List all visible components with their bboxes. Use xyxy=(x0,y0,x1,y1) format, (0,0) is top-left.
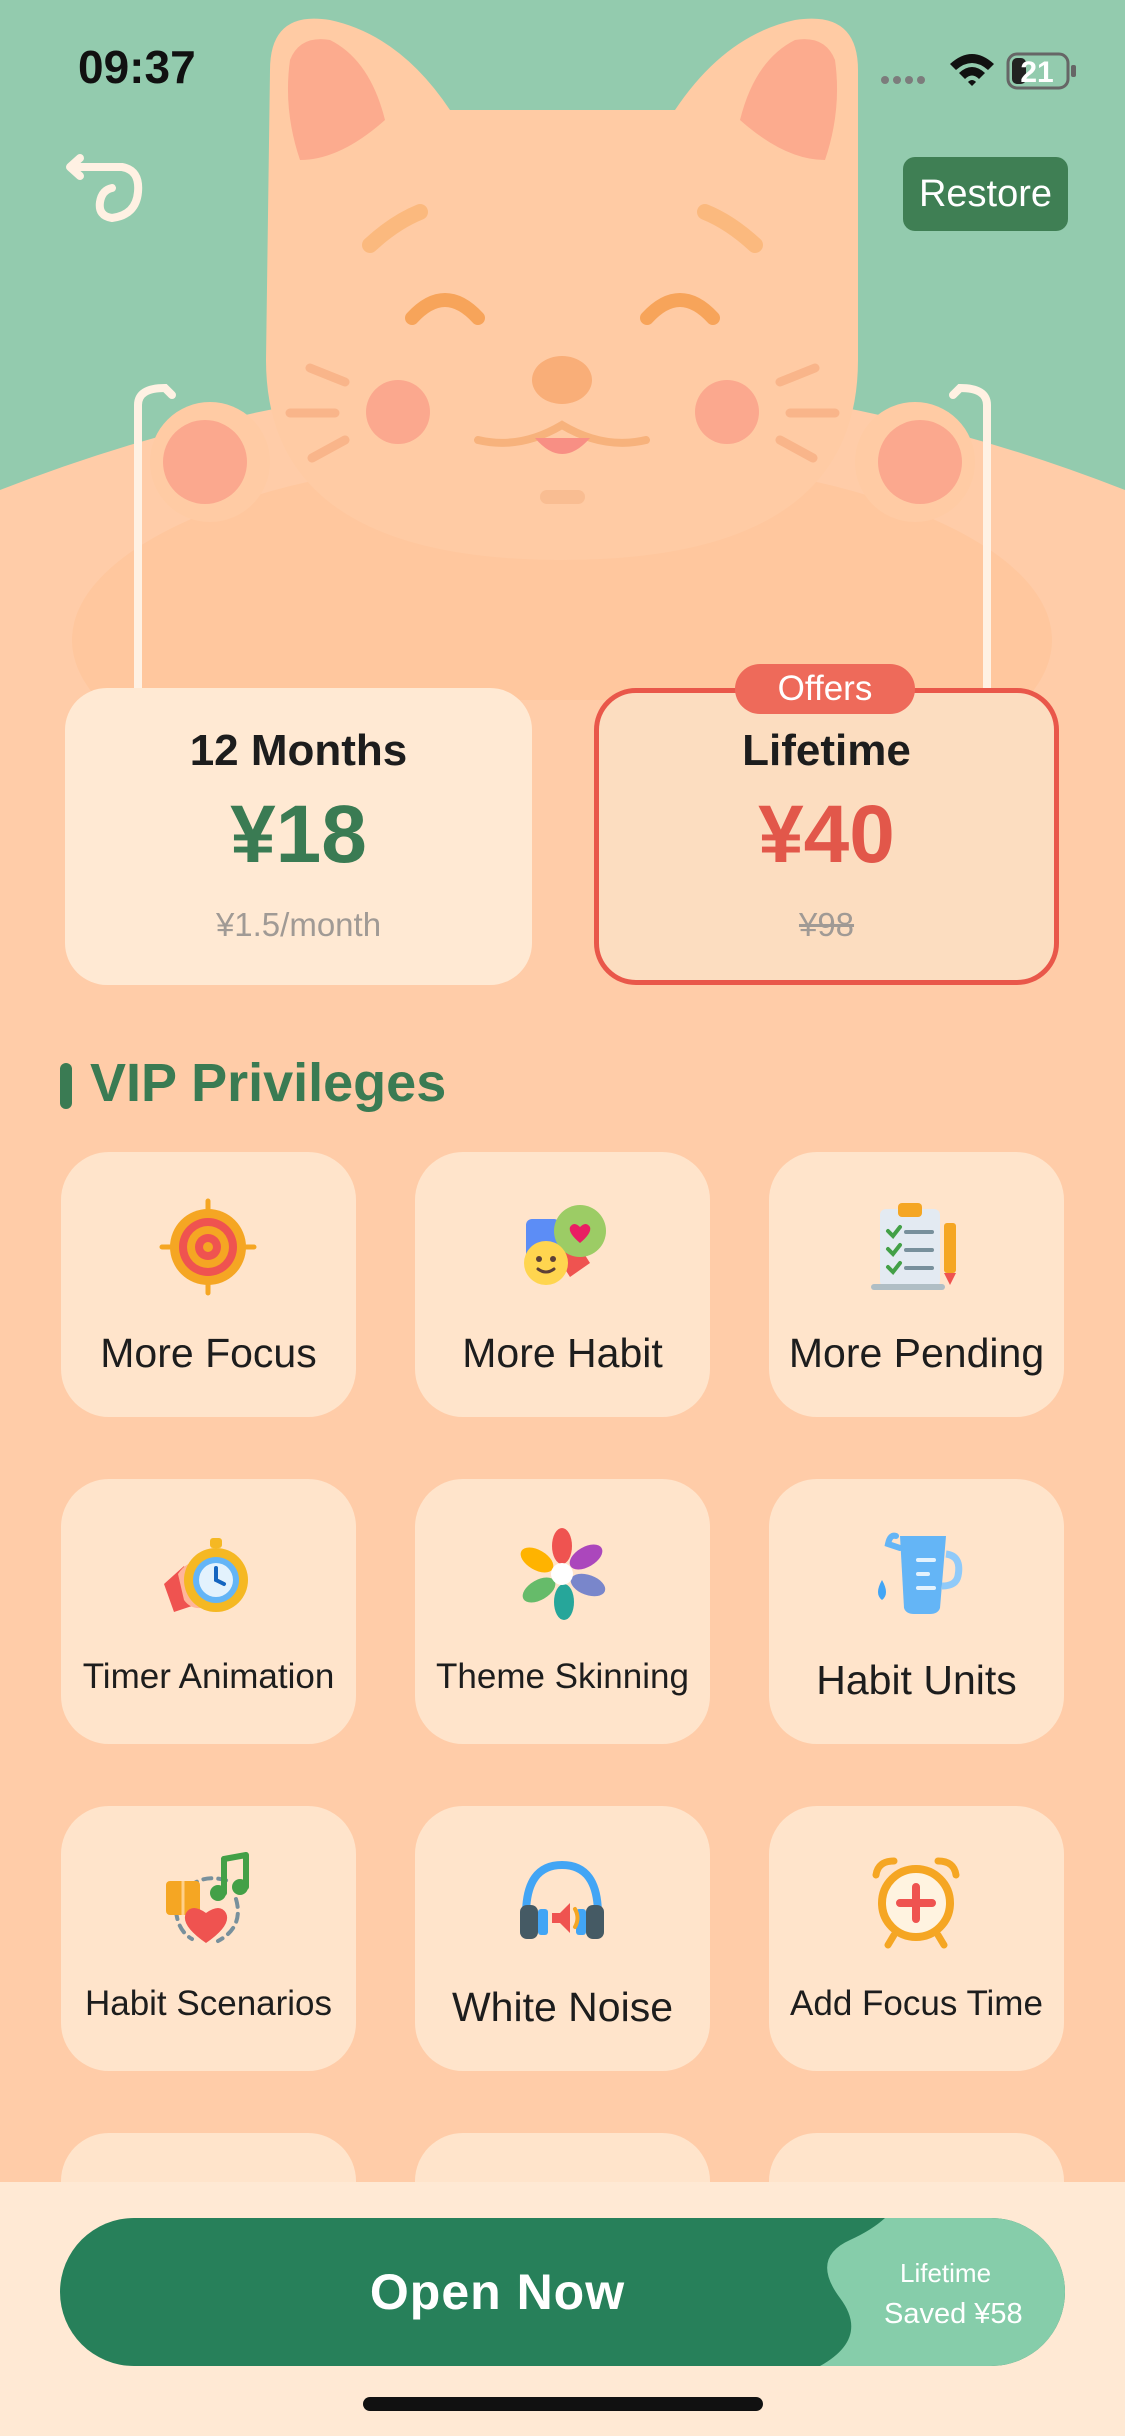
return-arrow-icon xyxy=(66,154,143,223)
battery-icon: 21 xyxy=(1006,52,1076,90)
privilege-card-more-habit[interactable]: More Habit xyxy=(415,1152,710,1417)
privilege-label: White Noise xyxy=(451,1984,673,2030)
privilege-label: Theme Skinning xyxy=(436,1657,689,1696)
privilege-label: More Pending xyxy=(788,1330,1045,1376)
headphones-icon xyxy=(520,1860,604,1939)
privilege-label: More Habit xyxy=(462,1330,663,1376)
restore-button[interactable]: Restore xyxy=(903,157,1068,231)
cat-illustration xyxy=(0,0,1125,700)
vip-privileges-title: VIP Privileges xyxy=(90,1053,447,1113)
privilege-label: Habit Scenarios xyxy=(84,1984,333,2023)
privilege-card-timer-animation[interactable]: Timer Animation xyxy=(61,1479,356,1744)
open-now-button[interactable]: Open Now xyxy=(60,2218,1065,2366)
palette-flower-icon xyxy=(520,1528,606,1620)
plan-price: ¥18 xyxy=(230,789,367,880)
plan-price: ¥40 xyxy=(758,789,895,880)
privilege-label: More Focus xyxy=(100,1330,317,1376)
wifi-icon xyxy=(950,54,994,86)
checklist-icon xyxy=(871,1203,956,1290)
plan-original-price: ¥98 xyxy=(798,906,855,943)
privilege-card-habit-scenarios[interactable]: Habit Scenarios xyxy=(61,1806,356,2071)
battery-level: 21 xyxy=(1020,56,1053,89)
plan-lifetime-card[interactable]: Lifetime ¥40 ¥98 xyxy=(594,688,1059,985)
open-now-label: Open Now xyxy=(369,2264,626,2320)
privilege-card-white-noise[interactable]: White Noise xyxy=(415,1806,710,2071)
stopwatch-icon xyxy=(164,1538,248,1612)
plan-title: 12 Months xyxy=(189,726,408,775)
privilege-label: Add Focus Time xyxy=(790,1984,1043,2023)
privilege-card-theme-skinning[interactable]: Theme Skinning xyxy=(415,1479,710,1744)
cellular-signal-icon xyxy=(881,76,925,84)
privilege-label: Timer Animation xyxy=(82,1657,335,1696)
privilege-card-more-pending[interactable]: More Pending xyxy=(769,1152,1064,1417)
home-indicator xyxy=(363,2397,763,2411)
plan-12-months-card[interactable]: 12 Months ¥18 ¥1.5/month xyxy=(65,688,532,985)
back-button[interactable] xyxy=(60,150,160,240)
offers-badge: Offers xyxy=(735,664,915,714)
privilege-card-add-focus-time[interactable]: Add Focus Time xyxy=(769,1806,1064,2071)
status-icons: 21 xyxy=(881,52,1076,90)
target-icon xyxy=(159,1198,257,1296)
section-accent-bar xyxy=(60,1063,72,1109)
privilege-card-habit-units[interactable]: Habit Units xyxy=(769,1479,1064,1744)
alarm-plus-icon xyxy=(872,1857,960,1949)
privilege-label: Habit Units xyxy=(816,1657,1017,1703)
measuring-cup-icon xyxy=(878,1532,963,1614)
cta-note-plan: Lifetime xyxy=(900,2258,992,2288)
privilege-card-more-focus[interactable]: More Focus xyxy=(61,1152,356,1417)
status-time: 09:37 xyxy=(78,41,196,93)
cta-note-saved: Saved ¥58 xyxy=(884,2298,1023,2330)
habit-icon xyxy=(524,1205,606,1285)
plan-title: Lifetime xyxy=(742,726,911,775)
plan-monthly-price: ¥1.5/month xyxy=(215,906,382,943)
paywall-screen: 09:37 21 Restore 12 Months ¥18 ¥1.5/mont… xyxy=(0,0,1125,2436)
scenario-icon xyxy=(166,1852,249,1943)
